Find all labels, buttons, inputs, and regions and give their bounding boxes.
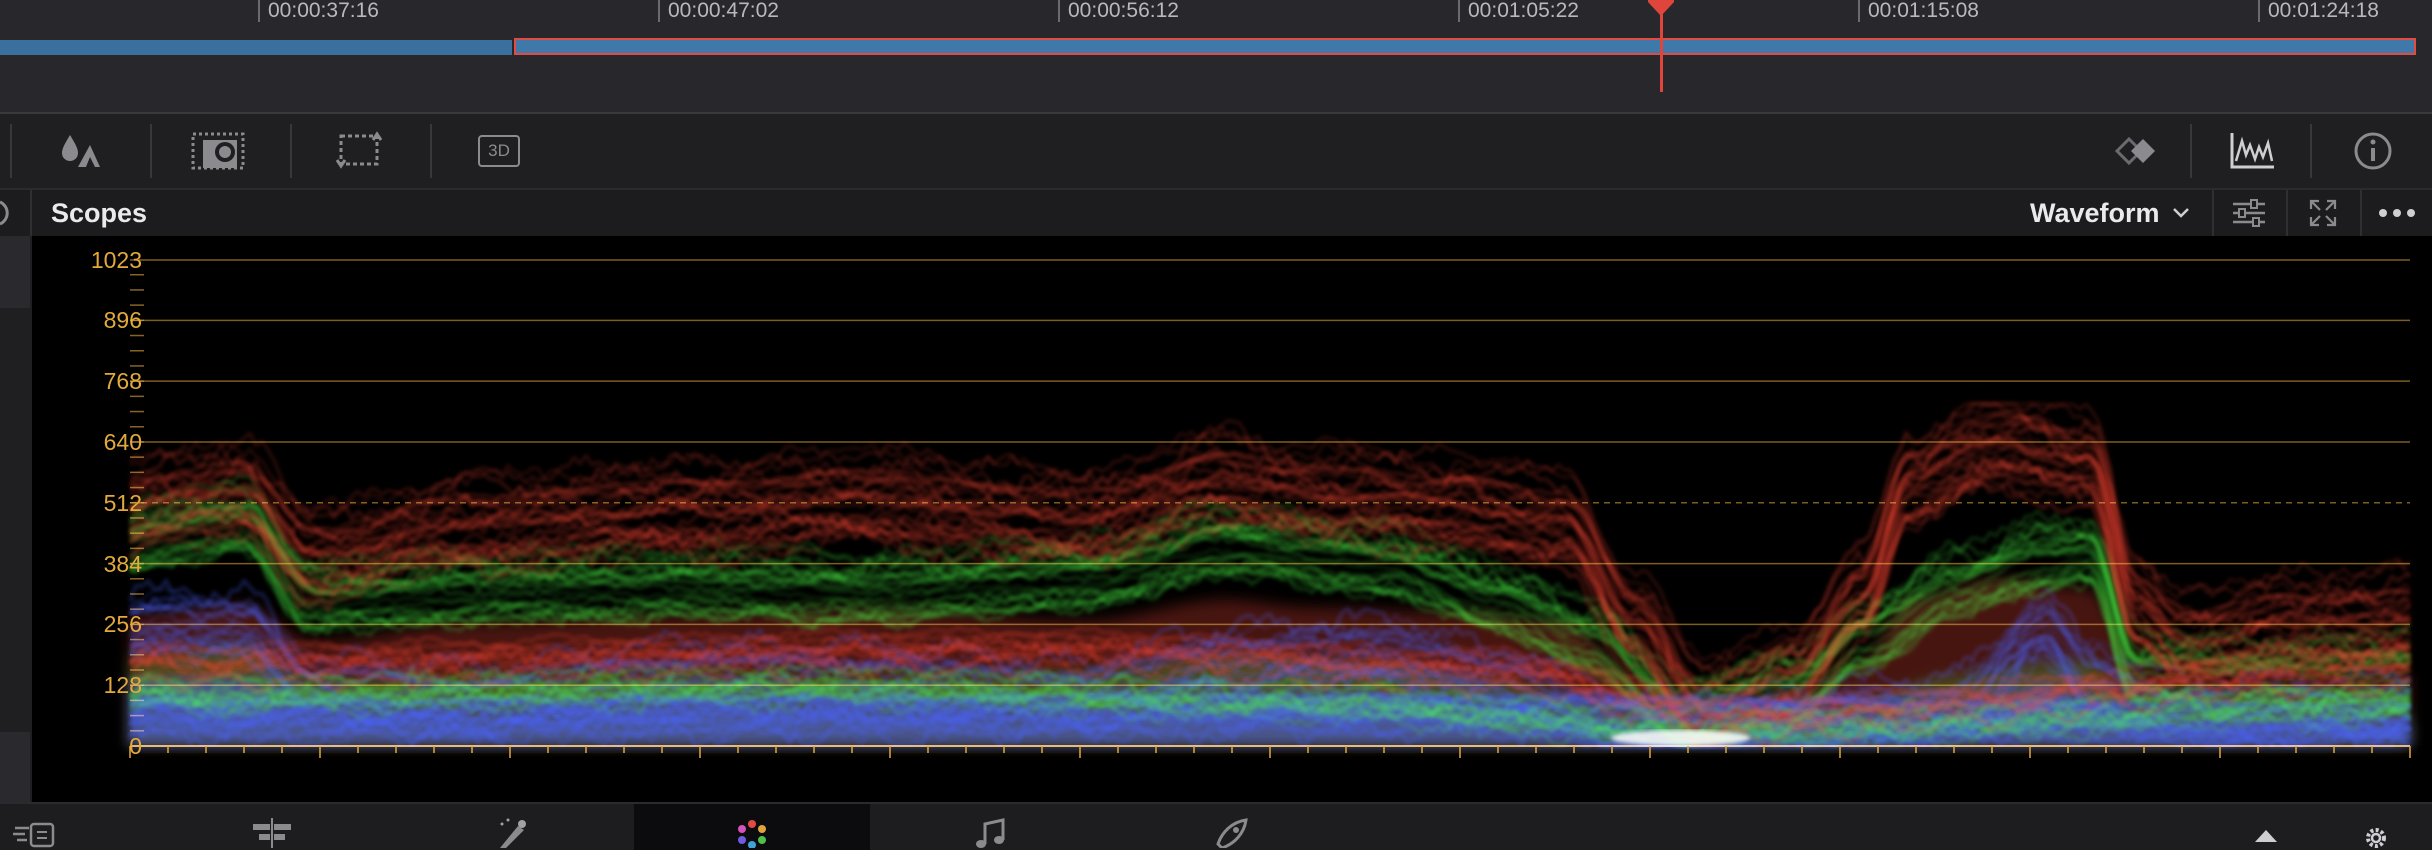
- toolbar-divider: [290, 124, 292, 178]
- info-icon[interactable]: [2338, 114, 2408, 188]
- gear-icon[interactable]: [2326, 804, 2426, 850]
- timeline-ruler[interactable]: 00:00:37:16 00:00:47:02 00:00:56:12 00:0…: [0, 0, 2432, 30]
- deliver-page-icon[interactable]: [1170, 804, 1290, 850]
- bottom-tick-marks: [129, 746, 2411, 758]
- y-tick-label: 640: [103, 428, 142, 455]
- expand-scope-button[interactable]: [2286, 190, 2358, 236]
- scopes-icon[interactable]: [2218, 114, 2288, 188]
- fairlight-page-icon[interactable]: [932, 804, 1052, 850]
- toolbar-divider: [10, 124, 12, 178]
- tracker-icon[interactable]: [324, 114, 394, 188]
- gutter-segment: [0, 732, 30, 802]
- y-tick-label: 384: [103, 550, 142, 577]
- scope-mode-dropdown[interactable]: Waveform: [2030, 198, 2190, 228]
- side-gutter: [0, 236, 34, 802]
- keyframes-icon[interactable]: [2098, 114, 2168, 188]
- edit-page-icon[interactable]: [212, 804, 332, 850]
- scope-settings-button[interactable]: [2212, 190, 2284, 236]
- sliders-icon: [2233, 199, 2265, 227]
- timecode-label: 00:01:15:08: [1858, 0, 1979, 26]
- scopes-title: Scopes: [51, 198, 148, 228]
- timeline-clip-selected[interactable]: [514, 38, 2416, 55]
- y-tick-label: 512: [103, 489, 142, 516]
- chevron-down-icon: [2172, 208, 2189, 218]
- toolbar-divider: [430, 124, 432, 178]
- 3d-icon[interactable]: 3D: [464, 114, 534, 188]
- 3d-badge: 3D: [478, 135, 520, 167]
- y-tick-label: 0: [129, 733, 142, 759]
- home-icon[interactable]: [2206, 804, 2326, 850]
- trace-highlight: [1610, 730, 1751, 746]
- playhead-handle[interactable]: [1646, 0, 1676, 20]
- timeline-clip[interactable]: [0, 40, 512, 55]
- timecode-label: 00:00:47:02: [658, 0, 779, 26]
- palette-toolbar: 3D: [0, 114, 2432, 190]
- waveform-plot: [128, 259, 2412, 758]
- y-tick-label: 768: [103, 368, 142, 395]
- cut-page-icon[interactable]: [0, 804, 70, 850]
- toolbar-divider: [2190, 124, 2192, 178]
- y-tick-label: 1023: [90, 247, 142, 273]
- window-icon[interactable]: [184, 114, 254, 188]
- y-tick-label: 128: [103, 672, 142, 699]
- waveform-traces: [128, 402, 2412, 748]
- color-warper-icon[interactable]: [44, 114, 114, 188]
- toolbar-divider: [150, 124, 152, 178]
- timecode-label: 00:01:05:22: [1458, 0, 1579, 26]
- timecode-label: 00:01:24:18: [2258, 0, 2379, 26]
- more-icon: [2379, 209, 2415, 217]
- collapse-button[interactable]: [0, 190, 32, 236]
- resolve-color-page: 00:00:37:16 00:00:47:02 00:00:56:12 00:0…: [0, 0, 2432, 850]
- toolbar-divider: [2310, 124, 2312, 178]
- expand-icon: [2309, 199, 2337, 227]
- page-navigation-bar: [0, 802, 2432, 850]
- timecode-label: 00:00:37:16: [258, 0, 379, 26]
- scopes-header: Scopes Waveform: [0, 190, 2432, 236]
- y-tick-label: 256: [103, 611, 142, 638]
- color-page-icon[interactable]: [634, 804, 870, 850]
- fusion-page-icon[interactable]: [452, 804, 572, 850]
- y-tick-label: 896: [103, 307, 142, 334]
- timecode-label: 00:00:56:12: [1058, 0, 1179, 26]
- gutter-segment: [0, 236, 30, 308]
- waveform-scope: 1023 896 768 640 512 384 256 128 0: [32, 236, 2432, 802]
- scope-options-button[interactable]: [2360, 190, 2432, 236]
- scope-mode-label: Waveform: [2030, 197, 2160, 228]
